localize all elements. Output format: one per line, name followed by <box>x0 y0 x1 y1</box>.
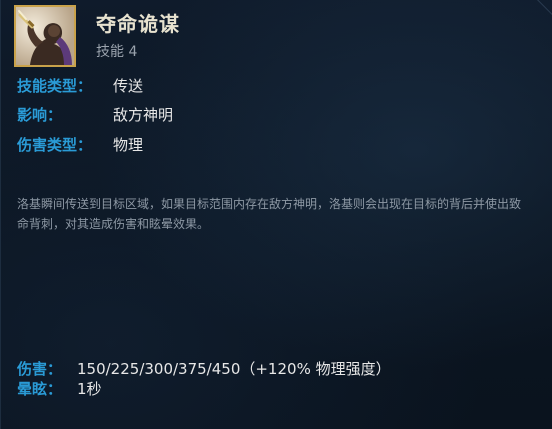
attribute-label: 影响： <box>17 106 63 124</box>
assassin-portrait-icon <box>14 5 76 67</box>
stat-label: 晕眩： <box>17 380 63 398</box>
attribute-affects: 影响： 敌方神明 <box>17 104 173 125</box>
attribute-value: 传送 <box>113 77 144 95</box>
attribute-damage-type: 伤害类型： 物理 <box>17 134 143 155</box>
stat-damage: 伤害： 150/225/300/375/450（+120% 物理强度） <box>17 358 391 379</box>
attribute-skill-type: 技能类型： 传送 <box>17 75 143 96</box>
corner-divider <box>516 0 552 36</box>
attribute-label: 技能类型： <box>17 77 93 95</box>
ability-tooltip: 夺命诡谋 技能 4 技能类型： 传送 影响： 敌方神明 伤害类型： 物理 洛基瞬… <box>0 0 552 429</box>
stat-value: 150/225/300/375/450（+120% 物理强度） <box>77 360 391 378</box>
ability-description: 洛基瞬间传送到目标区域，如果目标范围内存在敌方神明，洛基则会出现在目标的背后并使… <box>17 197 522 231</box>
attribute-label: 伤害类型： <box>17 136 93 154</box>
ability-name: 夺命诡谋 <box>96 12 180 36</box>
stat-stun: 晕眩： 1秒 <box>17 378 102 399</box>
attribute-value: 物理 <box>113 136 144 154</box>
ability-slot: 技能 4 <box>96 44 138 60</box>
stat-label: 伤害： <box>17 360 63 378</box>
attribute-value: 敌方神明 <box>113 106 174 124</box>
stat-value: 1秒 <box>77 380 102 398</box>
